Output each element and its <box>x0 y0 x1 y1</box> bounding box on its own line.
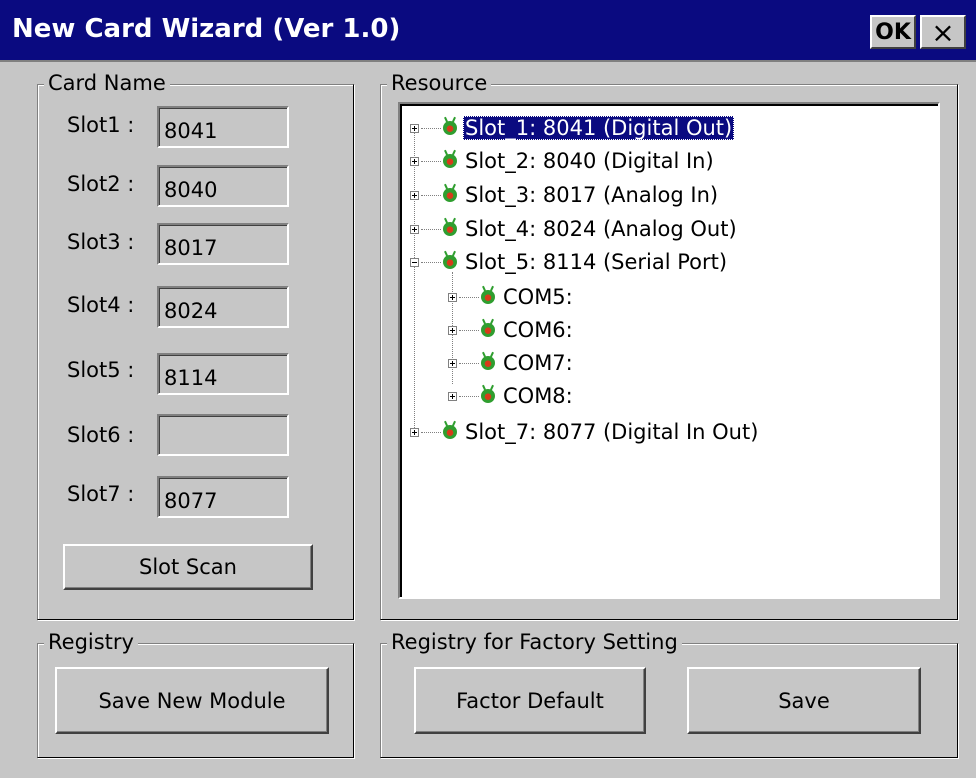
tree-root-line <box>414 132 415 432</box>
slot6-label: Slot6 : <box>67 423 135 447</box>
tree-connector <box>459 395 479 397</box>
title-bar: New Card Wizard (Ver 1.0) OK × <box>0 0 976 62</box>
tree-item-label: Slot_2: 8040 (Digital In) <box>465 149 714 173</box>
module-icon <box>443 121 457 135</box>
module-icon <box>481 389 495 403</box>
module-icon <box>443 255 457 269</box>
tree-connector <box>459 329 479 331</box>
tree-item-slot4[interactable]: Slot_4: 8024 (Analog Out) <box>410 215 739 243</box>
resource-group-label: Resource <box>387 71 492 95</box>
tree-item-label: Slot_4: 8024 (Analog Out) <box>465 217 737 241</box>
ok-button[interactable]: OK <box>870 15 916 49</box>
slot3-field[interactable] <box>157 223 289 265</box>
tree-item-label: Slot_5: 8114 (Serial Port) <box>465 250 728 274</box>
expand-icon[interactable] <box>410 190 419 200</box>
tree-connector <box>421 194 441 196</box>
tree-item-label: Slot_7: 8077 (Digital In Out) <box>465 420 759 444</box>
tree-item-slot7[interactable]: Slot_7: 8077 (Digital In Out) <box>410 418 760 446</box>
tree-item-label: COM8: <box>503 384 573 408</box>
slot-scan-button[interactable]: Slot Scan <box>63 544 313 590</box>
tree-item-slot5[interactable]: Slot_5: 8114 (Serial Port) <box>410 248 729 276</box>
slot7-field[interactable] <box>157 476 289 518</box>
registry-group-label: Registry <box>44 630 138 654</box>
factory-setting-group-label: Registry for Factory Setting <box>387 630 682 654</box>
tree-item-slot1[interactable]: Slot_1: 8041 (Digital Out) <box>410 114 735 142</box>
close-button[interactable]: × <box>920 15 966 49</box>
save-button[interactable]: Save <box>687 667 921 734</box>
tree-connector <box>421 228 441 230</box>
tree-connector <box>459 296 479 298</box>
save-new-module-button[interactable]: Save New Module <box>55 667 329 734</box>
slot4-field[interactable] <box>157 286 289 328</box>
tree-connector <box>421 160 441 162</box>
tree-item-label: Slot_3: 8017 (Analog In) <box>465 183 719 207</box>
expand-icon[interactable] <box>410 224 419 234</box>
tree-item-com5[interactable]: COM5: <box>448 283 575 311</box>
factor-default-button[interactable]: Factor Default <box>414 667 646 734</box>
slot6-field[interactable] <box>157 414 289 456</box>
slot2-label: Slot2 : <box>67 172 135 196</box>
expand-icon[interactable] <box>410 427 419 437</box>
slot1-label: Slot1 : <box>67 113 135 137</box>
tree-connector <box>421 127 441 129</box>
expand-icon[interactable] <box>448 391 457 401</box>
module-icon <box>481 290 495 304</box>
tree-item-label: Slot_1: 8041 (Digital Out) <box>463 116 735 140</box>
module-icon <box>443 188 457 202</box>
expand-icon[interactable] <box>448 325 457 335</box>
expand-icon[interactable] <box>448 292 457 302</box>
tree-item-com7[interactable]: COM7: <box>448 349 575 377</box>
slot2-field[interactable] <box>157 165 289 207</box>
tree-item-com6[interactable]: COM6: <box>448 316 575 344</box>
expand-icon[interactable] <box>448 358 457 368</box>
tree-connector <box>459 362 479 364</box>
expand-icon[interactable] <box>410 156 419 166</box>
resource-tree[interactable]: Slot_1: 8041 (Digital Out) Slot_2: 8040 … <box>398 102 940 599</box>
tree-item-com8[interactable]: COM8: <box>448 382 575 410</box>
slot5-field[interactable] <box>157 353 289 395</box>
expand-icon[interactable] <box>410 123 419 133</box>
slot5-label: Slot5 : <box>67 358 135 382</box>
tree-item-label: COM6: <box>503 318 573 342</box>
slot1-field[interactable] <box>157 106 289 148</box>
tree-item-label: COM5: <box>503 285 573 309</box>
module-icon <box>481 323 495 337</box>
slot4-label: Slot4 : <box>67 293 135 317</box>
collapse-icon[interactable] <box>410 257 419 267</box>
slot3-label: Slot3 : <box>67 230 135 254</box>
card-name-group-label: Card Name <box>44 71 170 95</box>
tree-connector <box>421 261 441 263</box>
module-icon <box>481 356 495 370</box>
module-icon <box>443 154 457 168</box>
tree-connector <box>421 431 441 433</box>
tree-item-slot3[interactable]: Slot_3: 8017 (Analog In) <box>410 181 720 209</box>
tree-item-label: COM7: <box>503 351 573 375</box>
module-icon <box>443 222 457 236</box>
module-icon <box>443 425 457 439</box>
slot7-label: Slot7 : <box>67 482 135 506</box>
window-title: New Card Wizard (Ver 1.0) <box>12 14 401 44</box>
tree-item-slot2[interactable]: Slot_2: 8040 (Digital In) <box>410 147 716 175</box>
